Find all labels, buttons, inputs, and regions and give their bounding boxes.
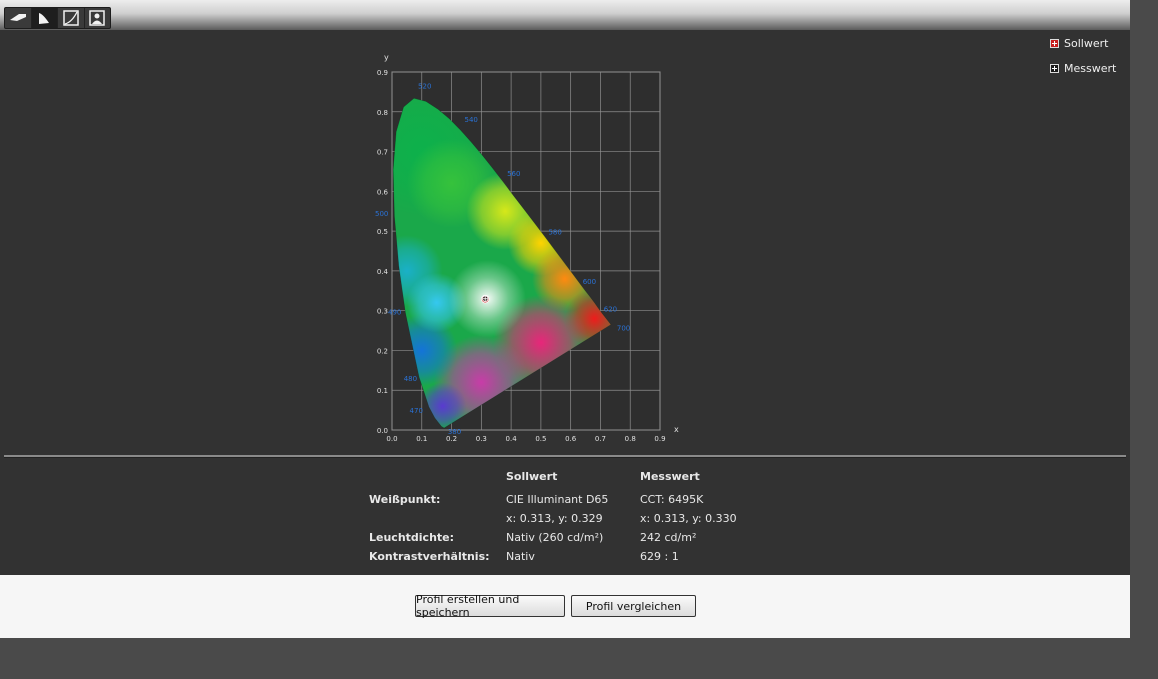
wavelength-label: 560 xyxy=(507,170,520,178)
y-tick-label: 0.4 xyxy=(377,268,389,276)
column-header-measured: Messwert xyxy=(640,470,700,483)
wavelength-label: 380 xyxy=(448,428,461,436)
wavelength-label: 520 xyxy=(418,82,431,90)
column-header-target: Sollwert xyxy=(506,470,558,483)
row-label-contrast: Kontrastverhältnis: xyxy=(369,550,490,563)
wavelength-label: 580 xyxy=(548,228,561,236)
y-tick-label: 0.3 xyxy=(377,308,388,316)
wavelength-label: 600 xyxy=(583,278,596,286)
whitepoint-target: CIE Illuminant D65 xyxy=(506,493,609,506)
contrast-measured: 629 : 1 xyxy=(640,550,679,563)
y-tick-label: 0.1 xyxy=(377,387,388,395)
wavelength-label: 540 xyxy=(464,116,477,124)
row-label-luminance: Leuchtdichte: xyxy=(369,531,455,544)
y-tick-label: 0.9 xyxy=(377,69,388,77)
divider xyxy=(4,455,1126,458)
x-tick-label: 0.5 xyxy=(535,435,546,443)
data-points xyxy=(481,294,490,304)
contrast-target: Nativ xyxy=(506,550,535,563)
whitepoint-measured: CCT: 6495K xyxy=(640,493,704,506)
y-tick-label: 0.5 xyxy=(377,228,388,236)
wavelength-label: 620 xyxy=(604,305,617,313)
y-axis-label: y xyxy=(384,53,389,62)
create-profile-button[interactable]: Profil erstellen und speichern xyxy=(415,593,565,619)
y-tick-label: 0.8 xyxy=(377,109,388,117)
whitepoint-target-xy: x: 0.313, y: 0.329 xyxy=(506,512,603,525)
measured-point xyxy=(482,295,489,302)
x-tick-label: 0.2 xyxy=(446,435,457,443)
y-tick-label: 0.6 xyxy=(377,188,389,196)
x-axis-label: x xyxy=(674,425,679,434)
x-tick-label: 0.1 xyxy=(416,435,427,443)
whitepoint-measured-xy: x: 0.313, y: 0.330 xyxy=(640,512,737,525)
compare-profile-button[interactable]: Profil vergleichen xyxy=(571,595,696,617)
wavelength-label: 500 xyxy=(375,210,388,218)
y-tick-label: 0.2 xyxy=(377,347,388,355)
cie-chromaticity-chart: 0.0 0.1 0.2 0.3 0.4 0.5 0.6 0.7 0.8 0.9 0.0 0.1 0.2 0… xyxy=(375,53,679,443)
x-tick-label: 0.6 xyxy=(565,435,577,443)
wavelength-label: 490 xyxy=(388,309,401,317)
luminance-measured: 242 cd/m² xyxy=(640,531,697,544)
x-tick-label: 0.3 xyxy=(476,435,487,443)
row-label-whitepoint: Weißpunkt: xyxy=(369,493,441,506)
x-tick-label: 0.9 xyxy=(654,435,665,443)
button-bar xyxy=(0,575,1130,638)
wavelength-label: 480 xyxy=(404,375,417,383)
x-tick-label: 0.0 xyxy=(386,435,397,443)
wavelength-label: 700 xyxy=(617,325,630,333)
wavelength-label: 470 xyxy=(410,407,423,415)
x-tick-label: 0.4 xyxy=(506,435,518,443)
y-tick-label: 0.7 xyxy=(377,149,388,157)
y-tick-label: 0.0 xyxy=(377,427,388,435)
x-tick-label: 0.8 xyxy=(625,435,636,443)
luminance-target: Nativ (260 cd/m²) xyxy=(506,531,604,544)
x-tick-label: 0.7 xyxy=(595,435,606,443)
